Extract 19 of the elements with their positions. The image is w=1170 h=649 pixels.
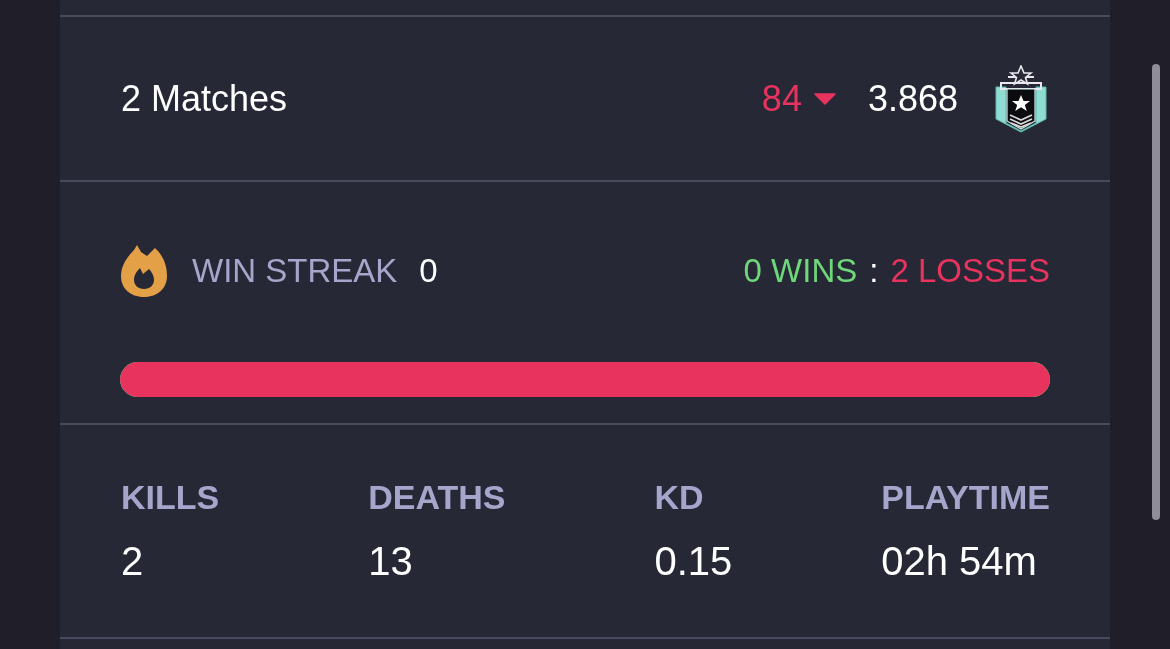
stat-label: DEATHS	[368, 477, 506, 517]
losses-count: 2 LOSSES	[890, 252, 1050, 290]
stat-value: 2	[121, 541, 145, 581]
stat-value: 13	[368, 541, 414, 581]
stat-label: KILLS	[121, 477, 220, 517]
stat-label: PLAYTIME	[881, 477, 1050, 517]
win-streak-label: WIN STREAK	[192, 252, 398, 290]
stat-value: 02h 54m	[881, 541, 1038, 581]
scrollbar-thumb[interactable]	[1152, 64, 1160, 520]
stat-label: KD	[654, 477, 705, 517]
wins-count: 0 WINS	[743, 252, 858, 290]
win-streak-value: 0	[419, 252, 439, 290]
rank-badge-icon	[992, 64, 1050, 133]
rank-change: 84	[761, 77, 802, 120]
rating-value: 3.868	[867, 77, 958, 120]
match-count: 2 Matches	[121, 77, 289, 120]
separator: :	[869, 252, 879, 290]
flame-icon	[120, 244, 168, 298]
stat-value: 0.15	[654, 541, 733, 581]
